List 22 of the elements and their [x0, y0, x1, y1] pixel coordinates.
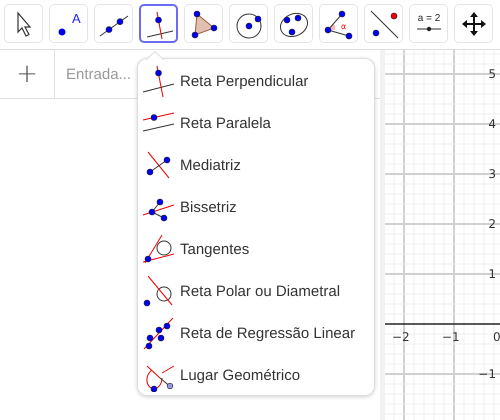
axis-label: −1: [442, 330, 460, 344]
axis-label: 0: [493, 330, 500, 344]
tool-button[interactable]: [139, 4, 178, 43]
tangent-lines-icon: [142, 232, 176, 266]
menu-item[interactable]: Reta Paralela: [138, 102, 374, 144]
axis-label: 1: [488, 267, 496, 281]
menu-item[interactable]: Reta Polar ou Diametral: [138, 270, 374, 312]
menu-item[interactable]: Bissetriz: [138, 186, 374, 228]
axis-label: 5: [488, 67, 496, 81]
axis-label: 3: [488, 167, 496, 181]
perpendicular-line-icon: [142, 64, 176, 98]
axis-label: 2: [488, 217, 496, 231]
menu-item[interactable]: Reta Perpendicular: [138, 60, 374, 102]
menu-item[interactable]: Tangentes: [138, 228, 374, 270]
axis-label: −1: [478, 367, 496, 381]
menu-item[interactable]: Reta de Regressão Linear: [138, 312, 374, 354]
menu-item[interactable]: Lugar Geométrico: [138, 354, 374, 396]
axis-label: −2: [392, 330, 410, 344]
regression-line-icon: [142, 316, 176, 350]
axis-label: 4: [488, 117, 496, 131]
menu-item[interactable]: Mediatriz: [138, 144, 374, 186]
reflect-icon: [368, 8, 400, 40]
